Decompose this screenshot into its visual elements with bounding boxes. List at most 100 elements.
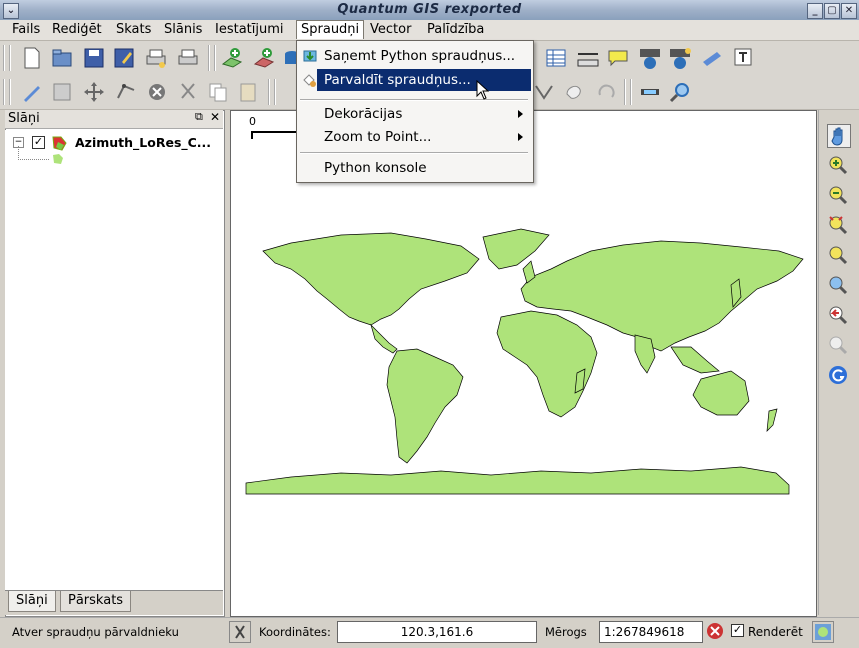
- render-label: Renderēt: [748, 625, 803, 639]
- scale-field[interactable]: 1:267849618: [599, 621, 703, 643]
- save-project-icon[interactable]: [82, 46, 106, 70]
- zoom-last-icon[interactable]: [827, 304, 849, 326]
- status-message: Atver spraudņu pārvaldnieku: [12, 625, 179, 639]
- scale-label: Mērogs: [545, 625, 587, 639]
- map-canvas[interactable]: 0 3: [230, 110, 817, 617]
- submenu-arrow-icon: [518, 110, 523, 118]
- measure-icon[interactable]: [576, 46, 600, 70]
- new-project-icon[interactable]: [20, 46, 44, 70]
- close-panel-icon[interactable]: ✕: [210, 110, 220, 124]
- node-edit-icon[interactable]: [532, 80, 556, 104]
- copy-features-icon[interactable]: [206, 80, 230, 104]
- annotation-icon[interactable]: [732, 46, 756, 70]
- mouse-cursor: [476, 80, 490, 100]
- layers-panel-header: Slāņi ⧉ ✕: [5, 110, 223, 129]
- map-navigation-toolbar: [818, 110, 857, 615]
- minimize-button[interactable]: _: [807, 3, 823, 19]
- layer-name: Azimuth_LoRes_C...: [75, 135, 212, 150]
- render-checkbox[interactable]: ✓: [731, 624, 744, 637]
- legend-symbol: [53, 154, 63, 164]
- plugin-manager-icon: [303, 74, 316, 87]
- menu-layer[interactable]: Slānis: [160, 21, 206, 39]
- coordinates-label: Koordinātes:: [259, 625, 331, 639]
- float-panel-icon[interactable]: ⧉: [195, 110, 203, 124]
- tree-connector: [18, 146, 49, 160]
- fetch-plugins-label: Saņemt Python spraudņus...: [324, 48, 516, 64]
- paste-features-icon[interactable]: [236, 80, 260, 104]
- submenu-arrow-icon: [518, 133, 523, 141]
- menu-bar: Fails Rediģēt Skats Slānis Iestatījumi S…: [0, 20, 859, 41]
- move-feature-icon[interactable]: [82, 80, 106, 104]
- toolbar-grip[interactable]: [3, 45, 11, 71]
- window-title: Quantum GIS rexported: [337, 2, 522, 17]
- tab-layers[interactable]: Slāņi: [8, 591, 56, 612]
- python-console-label: Python konsole: [324, 160, 427, 176]
- zoom-to-layer-icon[interactable]: [827, 274, 849, 296]
- mouse-position-icon[interactable]: [229, 621, 251, 643]
- menu-separator: [300, 152, 528, 154]
- close-window-button[interactable]: ✕: [841, 3, 857, 19]
- menu-item-fetch-plugins[interactable]: Saņemt Python spraudņus...: [297, 45, 533, 67]
- save-edits-icon[interactable]: [50, 80, 74, 104]
- toolbar-grip[interactable]: [3, 79, 11, 105]
- attribute-table-icon[interactable]: [544, 46, 568, 70]
- cut-features-icon[interactable]: [176, 80, 200, 104]
- menu-separator: [300, 99, 528, 101]
- menu-item-zoom-to-point[interactable]: Zoom to Point...: [297, 126, 533, 148]
- open-project-icon[interactable]: [50, 46, 74, 70]
- menu-edit[interactable]: Rediģēt: [48, 21, 106, 39]
- zoom-to-point-label: Zoom to Point...: [324, 129, 432, 145]
- zoom-to-selection-icon[interactable]: [827, 244, 849, 266]
- toggle-editing-icon[interactable]: [20, 80, 44, 104]
- gps-icon[interactable]: [638, 80, 662, 104]
- print-icon[interactable]: [176, 46, 200, 70]
- redo-icon[interactable]: [594, 80, 618, 104]
- map-tips-icon[interactable]: [606, 46, 630, 70]
- toolbar-grip[interactable]: [268, 79, 276, 105]
- new-bookmark-icon[interactable]: [668, 46, 692, 70]
- decorations-label: Dekorācijas: [324, 106, 403, 122]
- menu-help[interactable]: Palīdzība: [423, 21, 488, 39]
- delete-selected-icon[interactable]: [145, 80, 169, 104]
- layer-tree: − ✓ Azimuth_LoRes_C...: [5, 130, 223, 590]
- menu-plugins[interactable]: Spraudņi: [296, 20, 365, 39]
- menu-item-manage-plugins[interactable]: Parvaldīt spraudņus...: [317, 69, 531, 91]
- world-map: [245, 228, 804, 495]
- toolbar-grip[interactable]: [208, 45, 216, 71]
- menu-item-decorations[interactable]: Dekorācijas: [297, 103, 533, 125]
- zoom-in-icon[interactable]: [827, 154, 849, 176]
- menu-file[interactable]: Fails: [8, 21, 44, 39]
- simplify-icon[interactable]: [562, 80, 586, 104]
- home-bookmark-icon[interactable]: [638, 46, 662, 70]
- plugin-download-icon: [303, 50, 317, 62]
- zoom-out-icon[interactable]: [827, 184, 849, 206]
- zoom-full-icon[interactable]: [827, 214, 849, 236]
- menu-vector[interactable]: Vector: [366, 21, 415, 39]
- maximize-button[interactable]: ▢: [824, 3, 840, 19]
- layers-panel-title: Slāņi: [8, 111, 40, 126]
- pan-hand-icon[interactable]: [827, 124, 851, 148]
- tab-overview[interactable]: Pārskats: [60, 591, 132, 612]
- projection-icon[interactable]: [812, 621, 834, 643]
- coordinates-field[interactable]: 120.3,161.6: [337, 621, 537, 643]
- label-icon[interactable]: [700, 46, 724, 70]
- refresh-icon[interactable]: [827, 364, 849, 386]
- menu-item-python-console[interactable]: Python konsole: [297, 157, 533, 179]
- add-raster-layer-icon[interactable]: [252, 46, 276, 70]
- identify-icon[interactable]: [668, 80, 692, 104]
- status-bar: Atver spraudņu pārvaldnieku Koordinātes:…: [0, 617, 859, 646]
- title-bar: ⌄ Quantum GIS rexported _ ▢ ✕: [0, 0, 859, 21]
- toolbar-grip[interactable]: [624, 79, 632, 105]
- add-vector-layer-icon[interactable]: [220, 46, 244, 70]
- panel-tabs: Slāņi Pārskats: [5, 590, 223, 615]
- save-as-icon[interactable]: [112, 46, 136, 70]
- zoom-next-icon[interactable]: [827, 334, 849, 356]
- manage-plugins-label: Parvaldīt spraudņus...: [324, 72, 471, 88]
- plugins-dropdown: Saņemt Python spraudņus... Parvaldīt spr…: [296, 40, 534, 183]
- print-composer-icon[interactable]: [144, 46, 168, 70]
- menu-view[interactable]: Skats: [112, 21, 155, 39]
- node-tool-icon[interactable]: [114, 80, 138, 104]
- polygon-layer-icon: [52, 136, 67, 151]
- menu-settings[interactable]: Iestatījumi: [211, 21, 288, 39]
- stop-render-icon[interactable]: [706, 622, 724, 640]
